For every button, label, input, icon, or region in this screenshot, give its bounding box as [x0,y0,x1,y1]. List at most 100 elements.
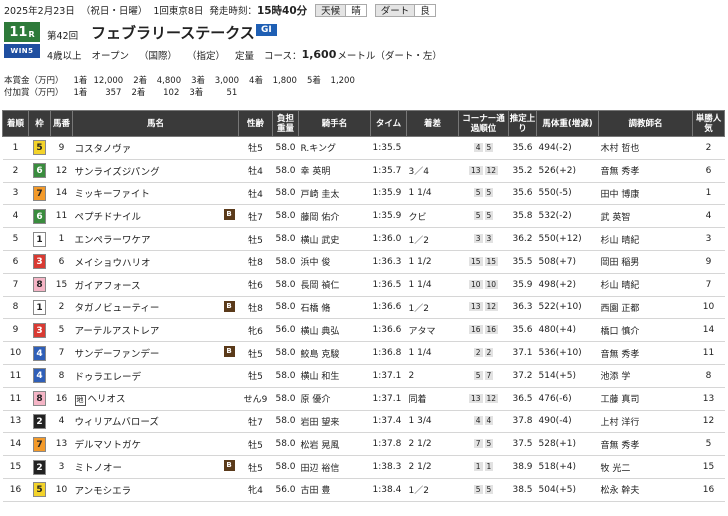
jockey-link[interactable]: 岩田 望来 [301,418,340,428]
jockey-link[interactable]: 松岩 晃風 [301,441,340,451]
prize-value: 4,800 [156,76,182,86]
corner-cell: 11 [458,455,509,479]
horse-name-link[interactable]: サンライズジパング [75,167,160,178]
trainer-cell: 工藤 真司 [598,387,693,411]
weather-box: 天候 晴 [315,3,367,17]
horse-name-link[interactable]: ヘリオス [88,394,126,405]
corner-position: 16 [468,325,483,335]
trainer-link[interactable]: 音無 秀孝 [601,350,640,360]
popularity-cell: 5 [692,432,725,457]
trainer-link[interactable]: 音無 秀孝 [601,167,640,177]
horse-name-link[interactable]: メイショウハリオ [75,258,151,269]
corner-position: 16 [484,325,499,335]
horse-name-link[interactable]: ガイアフォース [75,281,141,292]
table-row: 16 5 10 アンモシエラ 牝4 56.0 古田 豊 1:38.4 1／2 5 5 38.5 504(… [2,478,725,502]
jockey-link[interactable]: 横山 武史 [301,236,340,246]
table-row: 5 1 1 エンペラーワケア 牡5 58.0 横山 武史 1:36.0 1／2 3 3 36.2 550… [2,227,725,251]
waku-cell: 3 [28,250,51,274]
corner-cell: 33 [458,227,509,251]
trainer-link[interactable]: 田中 博康 [601,190,640,200]
prize-label: 本賞金（万円） [4,76,64,86]
table-row: 2 6 12 サンライズジパング 牡4 58.0 幸 英明 1:35.7 3／4 13 12 35.2… [2,159,725,183]
margin-cell: 2 1/2 [406,432,459,457]
jockey-link[interactable]: 原 優介 [301,395,331,405]
waku-badge: 4 [33,345,46,361]
time-cell: 1:35.9 [370,182,407,206]
column-header: 推定上り [508,110,537,137]
jockey-cell: 横山 武史 [298,227,371,251]
jockey-link[interactable]: 幸 英明 [301,167,331,177]
jockey-link[interactable]: 浜中 俊 [301,258,331,268]
trainer-link[interactable]: 上村 洋行 [601,418,640,428]
jockey-link[interactable]: 戸崎 圭太 [301,190,340,200]
waku-cell: 8 [28,273,51,297]
trainer-link[interactable]: 武 英智 [601,213,631,223]
rank-cell: 11 [2,364,29,388]
horse-name-link[interactable]: タガノビューティー [75,303,160,314]
agari-cell: 36.3 [508,296,537,320]
time-cell: 1:37.8 [370,432,407,457]
blinker-icon: B [223,300,235,312]
horse-name-link[interactable]: ミトノオー [75,463,123,474]
jockey-link[interactable]: 田辺 裕信 [301,464,340,474]
jockey-link[interactable]: 横山 和生 [301,372,340,382]
corner-position: 13 [468,302,483,312]
rank-cell: 5 [2,227,29,251]
trainer-link[interactable]: 工藤 真司 [601,395,640,405]
horse-number-cell: 9 [50,136,73,160]
table-row: 1 5 9 コスタノヴァ 牡5 58.0 R.キング 1:35.5 4 5 35.6 494(-2) 木… [2,136,725,160]
corner-position: 10 [468,279,483,289]
jockey-link[interactable]: 長岡 禎仁 [301,281,340,291]
trainer-link[interactable]: 杉山 晴紀 [601,281,640,291]
column-header: 負担重量 [272,110,299,137]
trainer-link[interactable]: 橋口 慎介 [601,327,640,337]
corner-cell: 75 [458,432,509,457]
sex-age-cell: 牝4 [238,478,273,502]
sex-age-cell: 牡5 [238,364,273,388]
waku-badge: 7 [33,185,46,201]
jockey-link[interactable]: 鮫島 克駿 [301,350,340,360]
trainer-link[interactable]: 松永 幹夫 [601,486,640,496]
jockey-link[interactable]: 藤岡 佑介 [301,213,340,223]
jockey-link[interactable]: 横山 典弘 [301,327,340,337]
horse-name-link[interactable]: デルマソトガケ [75,440,142,451]
jockey-link[interactable]: 石橋 脩 [301,304,331,314]
table-row: 14 7 13 デルマソトガケ 牡5 58.0 松岩 晃風 1:37.8 2 1/2 7 5 37.5… [2,432,725,457]
trainer-link[interactable]: 西園 正都 [601,304,640,314]
corner-position: 12 [484,165,499,175]
horse-name-link[interactable]: サンデーファンデー [75,349,160,360]
race-info-line: 2025年2月23日 （祝日・日曜） 1回東京8日 発走時刻： 15時40分 天… [4,3,444,17]
jockey-link[interactable]: 古田 豊 [301,486,331,496]
horse-name-link[interactable]: ウィリアムバローズ [75,417,159,428]
trainer-link[interactable]: 杉山 晴紀 [601,236,640,246]
jockey-cell: 浜中 俊 [298,250,371,274]
trainer-link[interactable]: 岡田 稲男 [601,258,640,268]
popularity-cell: 9 [692,250,725,274]
trainer-link[interactable]: 音無 秀孝 [601,441,640,451]
waku-badge: 2 [33,413,46,429]
horse-name-cell: アンモシエラ [72,478,239,502]
trainer-link[interactable]: 木村 哲也 [601,144,640,154]
horse-name-link[interactable]: ミッキーファイト [75,189,150,200]
weather-label: 天候 [316,4,347,17]
post-time: 15時40分 [256,4,308,17]
horse-number-cell: 4 [50,410,73,434]
horse-name-link[interactable]: アーテルアストレア [75,326,160,337]
waku-badge: 4 [33,368,46,384]
margin-cell: 2 [406,364,459,388]
table-row: 8 1 2 タガノビューティー B 牡8 58.0 石橋 脩 1:36.6 1／2 13 12 36.3… [2,296,725,320]
corner-position: 3 [484,234,494,244]
corner-position: 7 [473,439,483,449]
rank-cell: 1 [2,136,29,160]
body-weight-cell: 514(+5) [536,364,599,388]
added-label: 付加賞（万円） [4,88,64,98]
race-conditions: 4歳以上 オープン （国際） （指定） 定量 コース： 1,600 メートル（ダ… [47,48,452,62]
jockey-link[interactable]: R.キング [301,144,337,154]
trainer-link[interactable]: 牧 光二 [601,464,631,474]
horse-name-link[interactable]: コスタノヴァ [75,144,132,155]
horse-name-link[interactable]: アンモシエラ [75,486,132,497]
horse-name-link[interactable]: ドゥラエレーデ [75,372,142,383]
trainer-link[interactable]: 池添 学 [601,372,631,382]
horse-name-link[interactable]: ペプチドナイル [75,212,142,223]
horse-name-link[interactable]: エンペラーワケア [75,235,151,246]
